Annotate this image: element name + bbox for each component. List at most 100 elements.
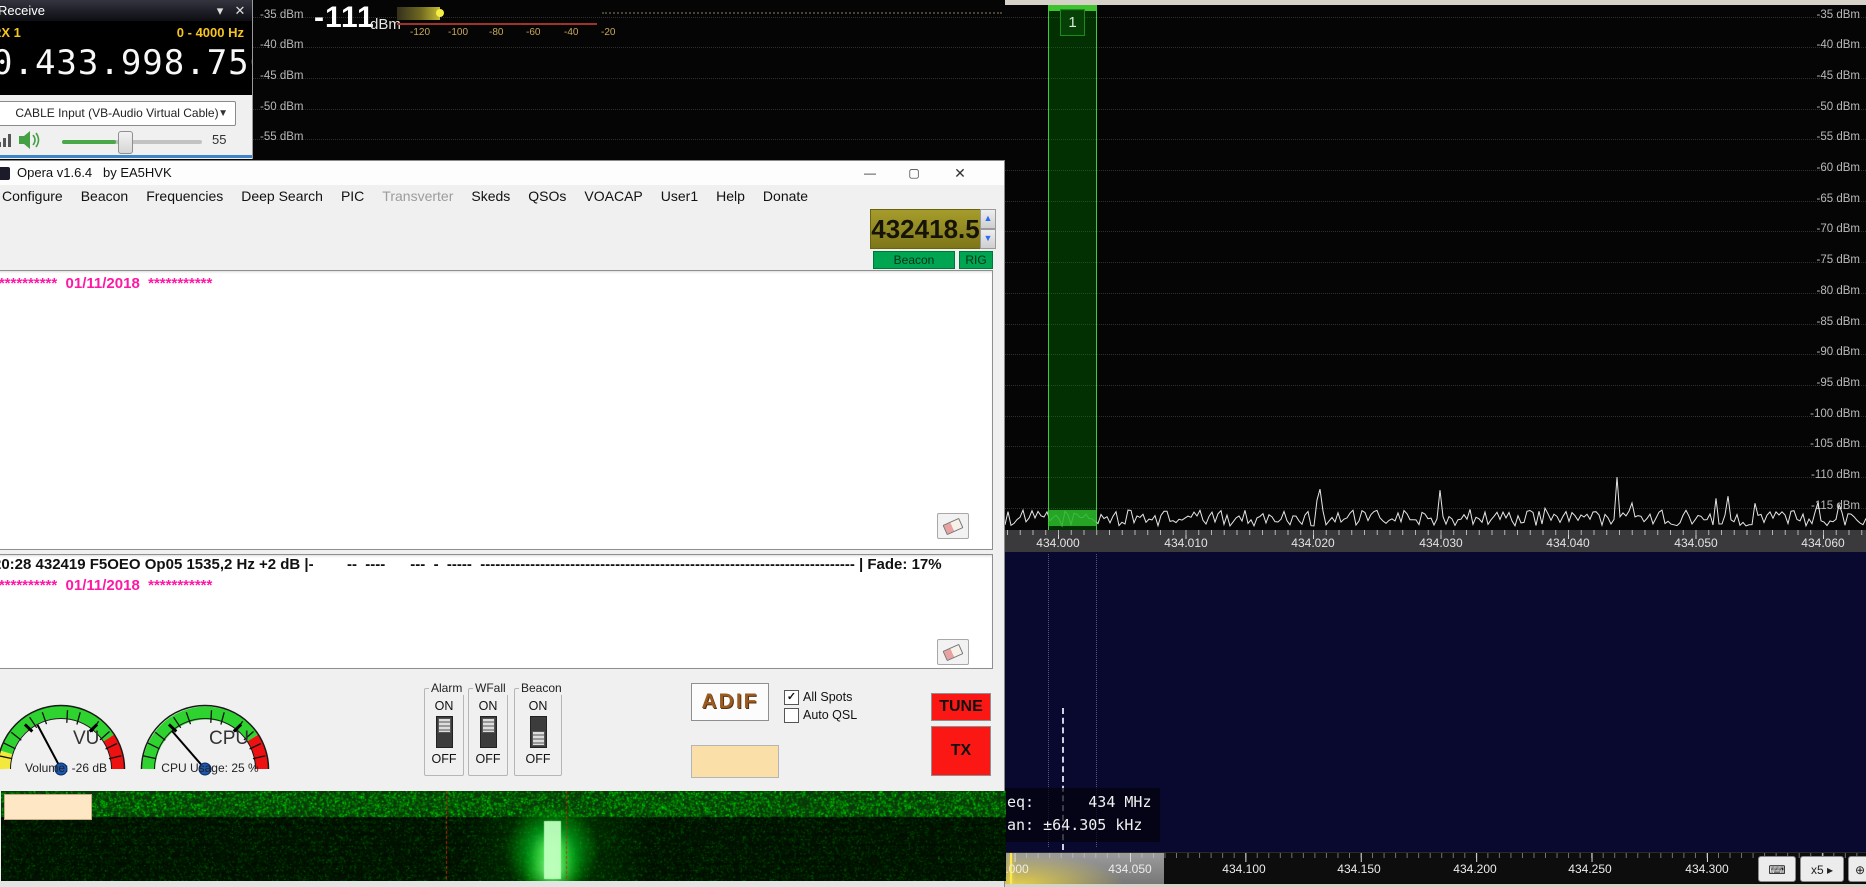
meter-tick: -60 [526, 27, 540, 38]
callsign-input[interactable] [691, 745, 779, 778]
alarm-toggle[interactable] [436, 716, 453, 748]
alarm-switch-group: Alarm ON OFF [424, 688, 464, 776]
freq-tick-label: 434.030 [1413, 536, 1469, 550]
volume-slider-handle[interactable] [118, 131, 133, 154]
meter-dotted-line [602, 12, 1002, 14]
zoom-button[interactable]: x5 ▸ [1800, 856, 1844, 882]
signal-peak-dot [436, 9, 444, 17]
cpu-caption: CPU Usage: 25 % [139, 761, 281, 775]
signal-level-reading: -111 [314, 1, 375, 35]
passband-range-label: 0 - 4000 Hz [177, 25, 244, 40]
frequency-tooltip: eq: 434 MHz an: ±64.305 kHz [1005, 788, 1160, 842]
volume-slider-fill [62, 140, 116, 144]
freq-tick-label: 434.060 [1795, 536, 1851, 550]
frequency-spinner[interactable]: ▲ ▼ [980, 209, 996, 247]
app-icon [0, 167, 10, 180]
tuned-frequency-readout[interactable]: 0.433.998.750 [0, 43, 252, 83]
spin-up-icon[interactable]: ▲ [980, 209, 996, 229]
receive-window-bottom-edge [0, 155, 252, 158]
opera-title: Opera v1.6.4 by EA5HVK [17, 161, 172, 185]
signal-level-bar [397, 7, 440, 20]
db-label: -45 dBm [260, 70, 303, 82]
vu-gauge-label: VU [73, 728, 99, 750]
pan-arrows-icon: ⊕ [1855, 863, 1865, 877]
rx-log-upper[interactable]: *********** 01/11/2018 *********** [0, 270, 993, 550]
rx-channel-label: RX 1 [0, 25, 21, 40]
opera-titlebar[interactable]: Opera v1.6.4 by EA5HVK — ▢ ✕ [0, 161, 1004, 185]
tuned-channel-marker[interactable]: 1 [1048, 5, 1097, 530]
frequency-lcd: RX 1 0 - 4000 Hz 0.433.998.750 [0, 21, 252, 95]
all-spots-checkbox[interactable]: ✓ [784, 690, 799, 705]
freq-tick-label: 434.050 [1668, 536, 1724, 550]
menu-item-beacon[interactable]: Beacon [72, 188, 137, 204]
close-icon[interactable]: ✕ [232, 0, 248, 21]
minimize-button[interactable]: — [852, 161, 888, 185]
collapse-icon[interactable]: ▾ [212, 0, 228, 21]
alarm-group-label: Alarm [429, 681, 464, 695]
opera-waterfall[interactable] [1, 791, 1006, 881]
date-banner: *********** 01/11/2018 *********** [0, 577, 212, 594]
spin-down-icon[interactable]: ▼ [980, 229, 996, 249]
tx-button[interactable]: TX [931, 726, 991, 776]
menu-item-deep-search[interactable]: Deep Search [232, 188, 332, 204]
band-navigator-bar[interactable]: 434.000 434.050 434.100 434.150 434.200 … [1005, 852, 1866, 885]
menu-item-donate[interactable]: Donate [754, 188, 817, 204]
opera-bottom-edge [0, 881, 1004, 887]
menu-item-qsos[interactable]: QSOs [519, 188, 575, 204]
freq-tick-label: 434.020 [1285, 536, 1341, 550]
off-label: OFF [515, 752, 561, 766]
receive-titlebar[interactable]: Receive ▾ ✕ [0, 0, 252, 21]
db-label: -35 dBm [260, 9, 303, 21]
meter-tick: -20 [601, 27, 615, 38]
adif-button[interactable]: ADIF [691, 683, 769, 721]
beacon-frequency-field[interactable]: 432418.5 [870, 209, 981, 249]
beacon-switch-group: Beacon ON OFF [514, 688, 562, 776]
db-label: -55 dBm [260, 131, 303, 143]
auto-qsl-checkbox[interactable] [784, 708, 799, 723]
receive-title: Receive [0, 0, 45, 21]
channel-floor-block [1049, 510, 1096, 526]
menu-item-pic[interactable]: PIC [332, 188, 373, 204]
opera-window: Opera v1.6.4 by EA5HVK — ▢ ✕ Configure B… [0, 160, 1005, 887]
window-top-edge [1005, 0, 1866, 5]
rig-button[interactable]: RIG [959, 251, 993, 269]
close-button[interactable]: ✕ [942, 161, 978, 185]
db-label: -40 dBm [260, 39, 303, 51]
vu-caption: Volume: -26 dB [0, 761, 137, 775]
all-spots-label: All Spots [803, 690, 852, 704]
beacon-toggle[interactable] [530, 716, 547, 748]
pan-button[interactable]: ⊕ [1848, 856, 1866, 882]
audio-device-select[interactable]: CABLE Input (VB-Audio Virtual Cable) ▼ [0, 101, 236, 126]
waterfall-overlay-box [4, 794, 92, 820]
menu-item-transverter: Transverter [373, 188, 462, 204]
chevron-right-icon: ▸ [1827, 863, 1833, 877]
cpu-gauge-label: CPU [209, 728, 249, 750]
nav-tick-label: 434.300 [1679, 862, 1735, 876]
beacon-mode-button[interactable]: Beacon [873, 251, 955, 269]
channel-badge[interactable]: 1 [1060, 9, 1085, 36]
freq-tick-label: 434.010 [1158, 536, 1214, 550]
speaker-icon[interactable] [18, 130, 42, 150]
menu-item-skeds[interactable]: Skeds [462, 188, 519, 204]
freq-tick-label: 434.040 [1540, 536, 1596, 550]
menu-item-help[interactable]: Help [707, 188, 754, 204]
nav-tick-label: 434.050 [1102, 862, 1158, 876]
wfall-group-label: WFall [473, 681, 508, 695]
menu-item-user1[interactable]: User1 [652, 188, 707, 204]
on-label: ON [425, 699, 463, 713]
keyboard-entry-button[interactable]: ⌨ [1758, 856, 1796, 882]
menu-item-voacap[interactable]: VOACAP [575, 188, 651, 204]
menu-item-configure[interactable]: Configure [0, 188, 72, 204]
levels-icon[interactable] [0, 133, 12, 147]
waterfall-panel[interactable]: eq: 434 MHz an: ±64.305 kHz 434.000 434.… [1005, 552, 1866, 887]
clear-upper-button[interactable] [937, 513, 969, 539]
menu-item-frequencies[interactable]: Frequencies [137, 188, 232, 204]
wfall-switch-group: WFall ON OFF [468, 688, 508, 776]
maximize-button[interactable]: ▢ [896, 161, 932, 185]
freq-tick-label: 434.000 [1030, 536, 1086, 550]
wfall-toggle[interactable] [480, 716, 497, 748]
rx-log-lower[interactable]: 20:28 432419 F5OEO Op05 1535,2 Hz +2 dB … [0, 554, 993, 669]
on-label: ON [515, 699, 561, 713]
tune-button[interactable]: TUNE [931, 693, 991, 721]
clear-lower-button[interactable] [937, 639, 969, 665]
